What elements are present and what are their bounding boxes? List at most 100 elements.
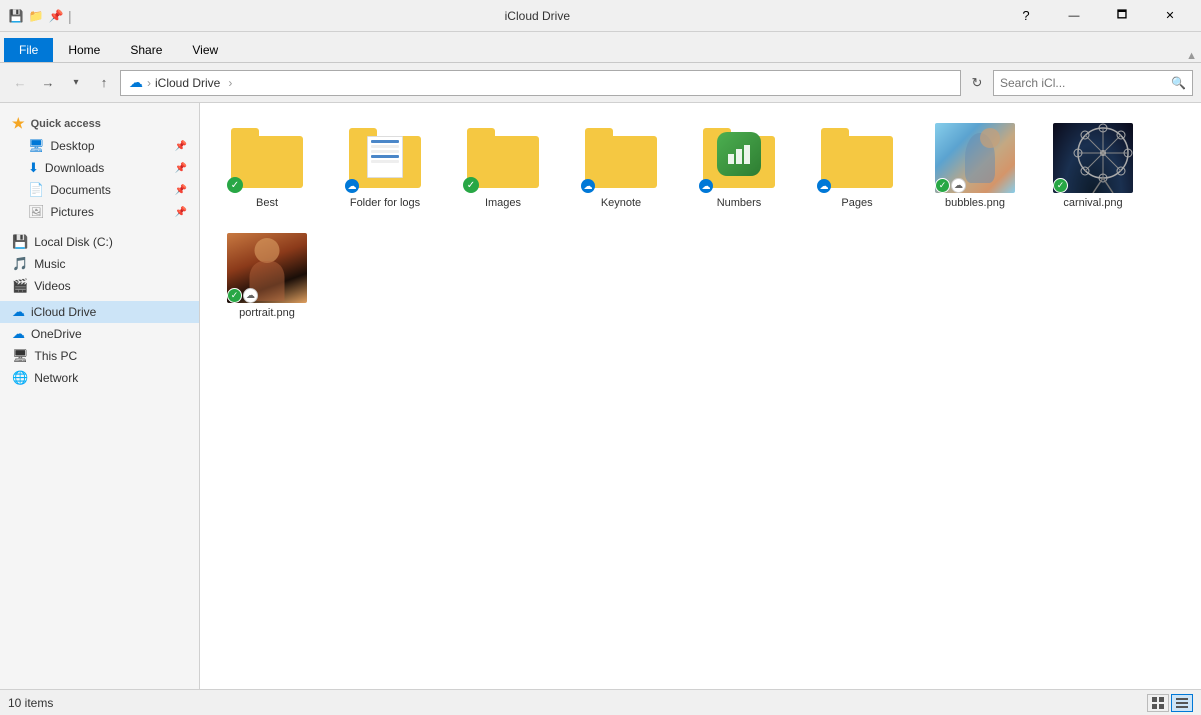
tab-home[interactable]: Home (53, 38, 115, 62)
sidebar-item-label: Local Disk (C:) (34, 235, 113, 249)
view-btn-grid[interactable] (1147, 694, 1169, 712)
file-label-numbers: Numbers (717, 197, 762, 209)
path-separator: › (147, 76, 151, 90)
tab-view[interactable]: View (177, 38, 233, 62)
sidebar-item-local-disk[interactable]: 💾 Local Disk (C:) (0, 231, 199, 253)
minimize-button[interactable]: — (1051, 0, 1097, 32)
status-badge-numbers: ☁ (699, 179, 713, 193)
pin-icon-documents: 📌 (175, 185, 187, 196)
file-label-images: Images (485, 197, 521, 209)
file-label-folder-for-logs: Folder for logs (350, 197, 420, 209)
sidebar-item-label: Music (34, 257, 65, 271)
folder-icon-title[interactable]: 📁 (28, 8, 44, 24)
sidebar-item-label: Downloads (45, 161, 104, 175)
up-button[interactable]: ↑ (92, 71, 116, 95)
sidebar-item-label: Documents (50, 183, 111, 197)
file-thumb-pages: ☁ (817, 123, 897, 193)
icloud-drive-icon: ☁ (12, 304, 25, 320)
file-label-best: Best (256, 197, 278, 209)
grid-view-icon (1152, 697, 1164, 709)
pin-icon-pictures: 📌 (175, 207, 187, 218)
help-button[interactable]: ? (1003, 0, 1049, 32)
view-btn-list[interactable] (1171, 694, 1193, 712)
file-item-pages[interactable]: ☁ Pages (802, 115, 912, 217)
file-item-carnival[interactable]: ✓ carnival.png (1038, 115, 1148, 217)
file-thumb-images: ✓ (463, 123, 543, 193)
sidebar-item-documents[interactable]: 📄 Documents 📌 (0, 179, 199, 201)
file-thumb-bubbles: ✓ ☁ (935, 123, 1015, 193)
sidebar-item-label: This PC (35, 349, 78, 363)
status-bar: 10 items (0, 689, 1201, 715)
sidebar-item-pictures[interactable]: 🖼 Pictures 📌 (0, 201, 199, 223)
sidebar-item-network[interactable]: 🌐 Network (0, 367, 199, 389)
file-thumb-carnival: ✓ (1053, 123, 1133, 193)
music-icon: 🎵 (12, 256, 28, 272)
file-label-carnival: carnival.png (1063, 197, 1122, 209)
file-thumb-best: ✓ (227, 123, 307, 193)
path-label: iCloud Drive (155, 76, 220, 90)
sidebar-item-this-pc[interactable]: 🖥 This PC (0, 345, 199, 367)
pictures-icon: 🖼 (28, 204, 45, 220)
address-bar: ← → ▾ ↑ ☁ › Best iCloud Drive › ↻ 🔍 (0, 63, 1201, 103)
content-area: ✓ Best (200, 103, 1201, 689)
file-item-keynote[interactable]: ☁ Keynote (566, 115, 676, 217)
sidebar-item-music[interactable]: 🎵 Music (0, 253, 199, 275)
search-input[interactable] (1000, 76, 1167, 90)
status-badge-portrait: ✓ ☁ (227, 288, 258, 303)
downloads-icon: ⬇ (28, 160, 39, 176)
onedrive-icon: ☁ (12, 326, 25, 342)
status-badge-images: ✓ (463, 177, 479, 193)
file-thumb-numbers: ☁ (699, 123, 779, 193)
file-item-folder-for-logs[interactable]: ☁ Folder for logs (330, 115, 440, 217)
sidebar: ★ Quick access 🖥 Desktop 📌 ⬇ Downloads 📌… (0, 103, 200, 689)
search-box[interactable]: 🔍 (993, 70, 1193, 96)
view-buttons (1147, 694, 1193, 712)
quick-access-label: Quick access (31, 118, 101, 130)
file-grid: ✓ Best (212, 115, 1189, 327)
file-label-pages: Pages (841, 197, 872, 209)
back-button[interactable]: ← (8, 71, 32, 95)
sidebar-item-label: iCloud Drive (31, 305, 96, 319)
save-icon[interactable]: 💾 (8, 8, 24, 24)
file-item-images[interactable]: ✓ Images (448, 115, 558, 217)
sidebar-item-onedrive[interactable]: ☁ OneDrive (0, 323, 199, 345)
address-path[interactable]: ☁ › Best iCloud Drive › (120, 70, 961, 96)
file-item-portrait[interactable]: ✓ ☁ portrait.png (212, 225, 322, 327)
status-badge-keynote: ☁ (581, 179, 595, 193)
tab-share[interactable]: Share (115, 38, 177, 62)
sidebar-item-videos[interactable]: 🎬 Videos (0, 275, 199, 297)
pin-icon[interactable]: 📌 (48, 8, 64, 24)
videos-icon: 🎬 (12, 278, 28, 294)
ribbon-tab-bar: File Home Share View ▲ (0, 32, 1201, 62)
file-item-best[interactable]: ✓ Best (212, 115, 322, 217)
tab-file[interactable]: File (4, 38, 53, 62)
recent-button[interactable]: ▾ (64, 71, 88, 95)
file-item-numbers[interactable]: ☁ Numbers (684, 115, 794, 217)
sidebar-item-desktop[interactable]: 🖥 Desktop 📌 (0, 135, 199, 157)
refresh-button[interactable]: ↻ (965, 71, 989, 95)
status-badge-best: ✓ (227, 177, 243, 193)
status-badge-bubbles: ✓ ☁ (935, 178, 966, 193)
pin-icon-desktop: 📌 (175, 141, 187, 152)
sidebar-item-label: Network (34, 371, 78, 385)
item-count: 10 items (8, 696, 53, 710)
forward-button[interactable]: → (36, 71, 60, 95)
status-badge-carnival: ✓ (1053, 178, 1068, 193)
this-pc-icon: 🖥 (12, 348, 29, 364)
maximize-button[interactable]: 🗖 (1099, 0, 1145, 32)
list-view-icon (1176, 697, 1188, 709)
sidebar-item-icloud-drive[interactable]: ☁ iCloud Drive (0, 301, 199, 323)
quick-access-star-icon: ★ (12, 115, 25, 132)
file-item-bubbles[interactable]: ✓ ☁ bubbles.png (920, 115, 1030, 217)
desktop-icon: 🖥 (28, 138, 45, 154)
search-icon: 🔍 (1171, 76, 1186, 90)
file-thumb-portrait: ✓ ☁ (227, 233, 307, 303)
sidebar-item-label: Videos (34, 279, 70, 293)
title-bar: 💾 📁 📌 | iCloud Drive ? — 🗖 ✕ (0, 0, 1201, 32)
close-button[interactable]: ✕ (1147, 0, 1193, 32)
ribbon: File Home Share View ▲ (0, 32, 1201, 63)
sidebar-item-label: OneDrive (31, 327, 82, 341)
sidebar-item-label: Desktop (51, 139, 95, 153)
sidebar-item-downloads[interactable]: ⬇ Downloads 📌 (0, 157, 199, 179)
documents-icon: 📄 (28, 182, 44, 198)
